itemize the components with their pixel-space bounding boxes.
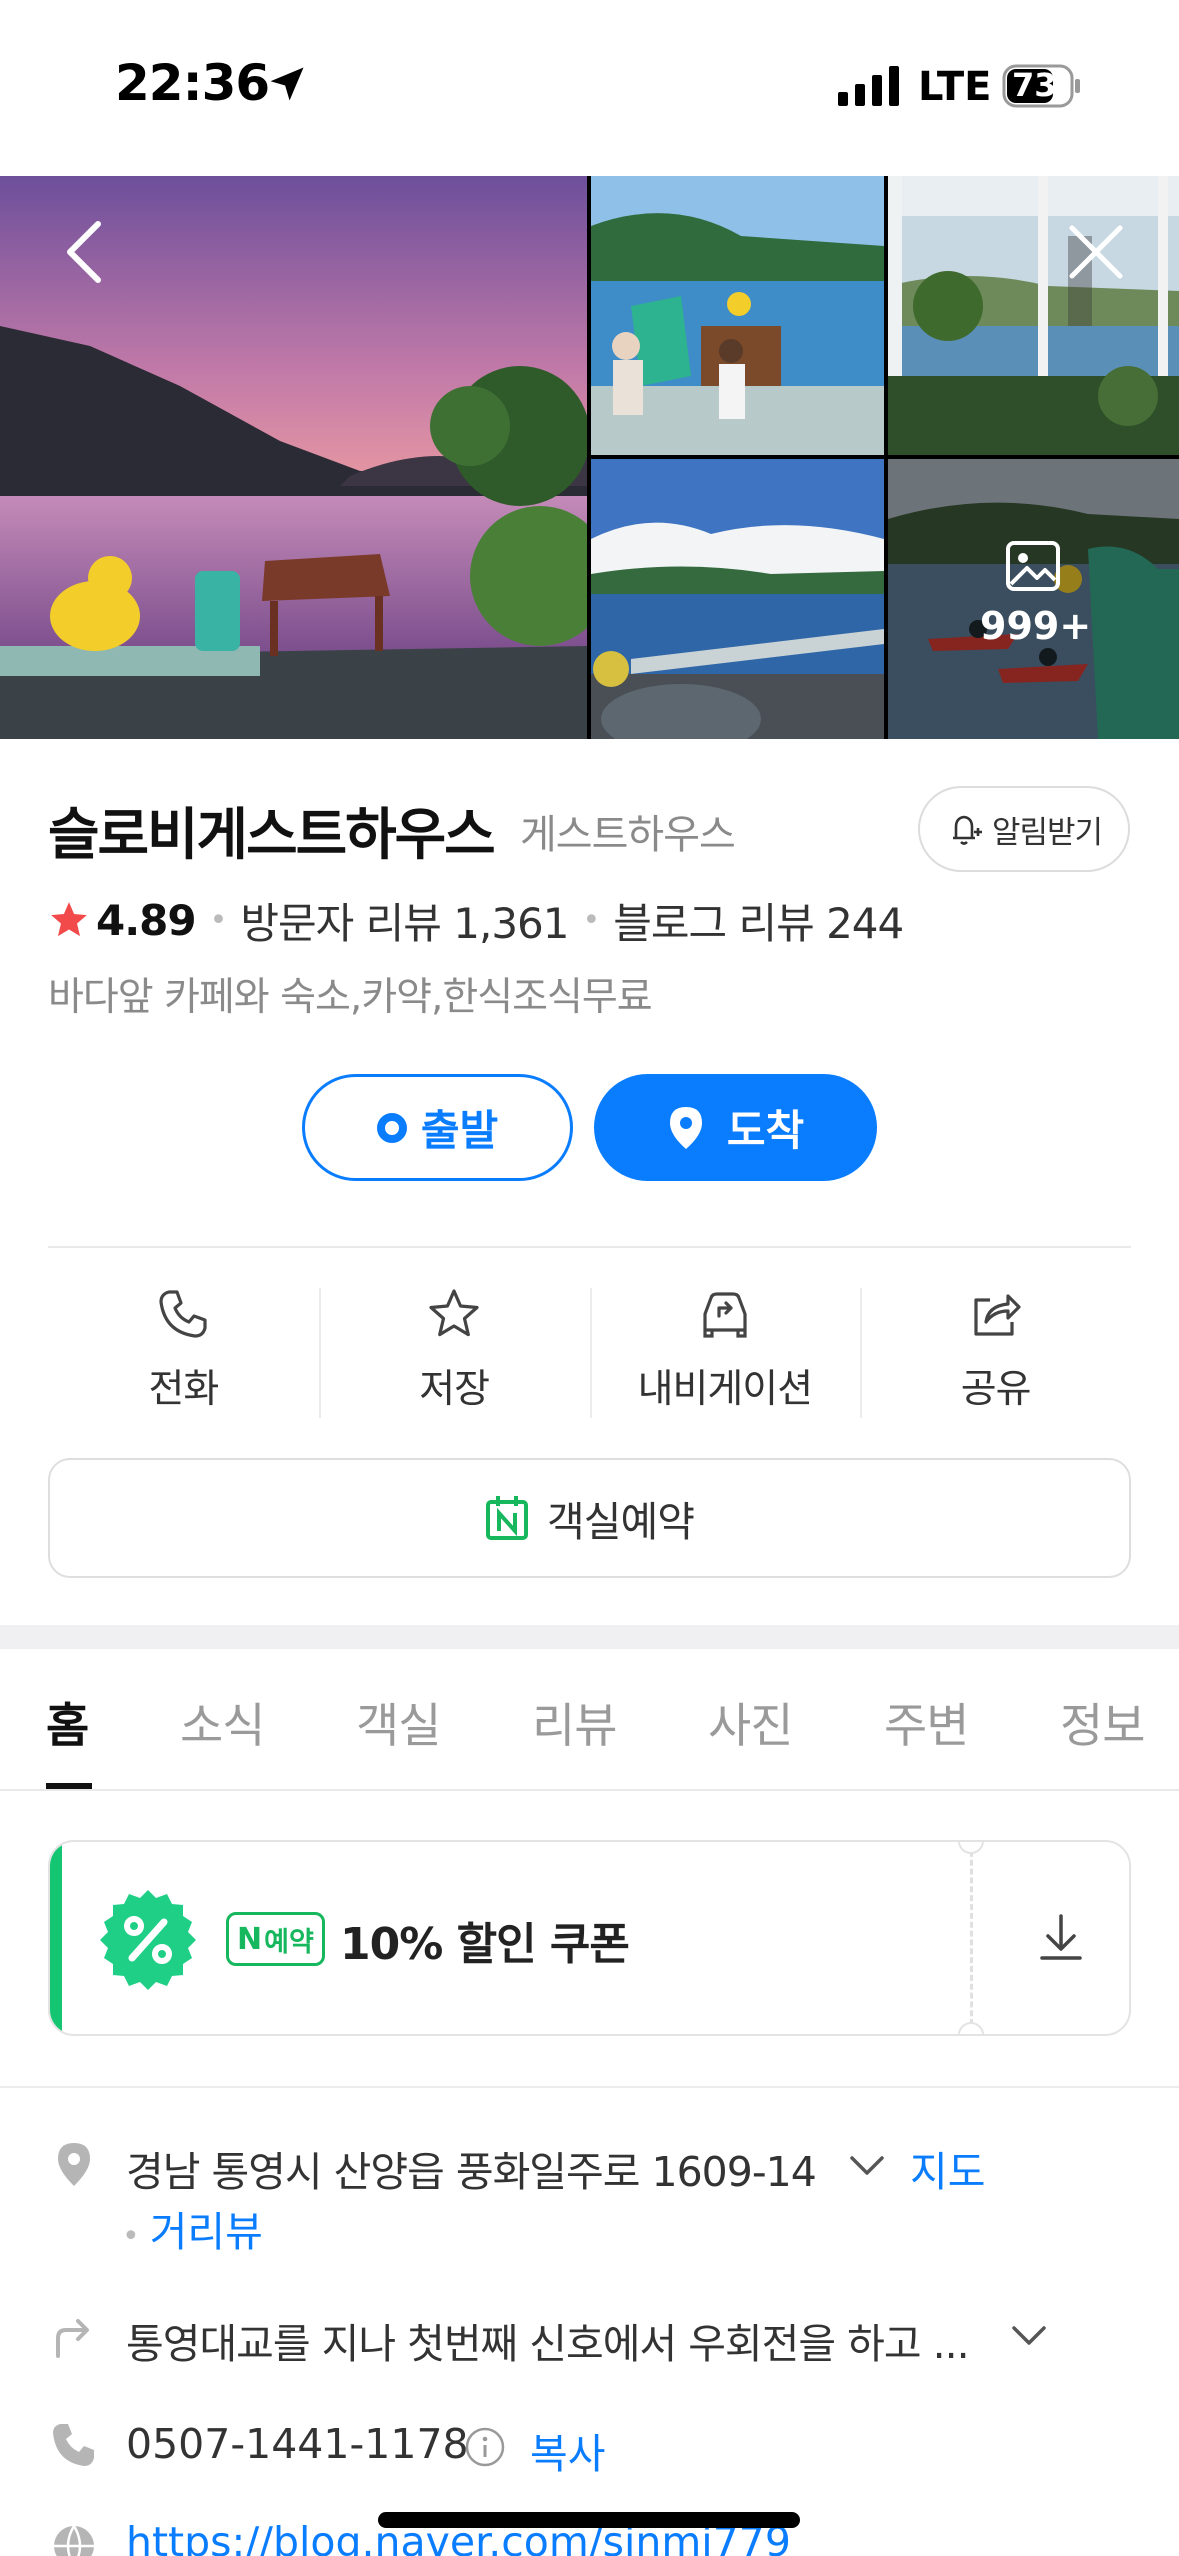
photo-thumbnail-1[interactable]: [591, 176, 884, 455]
depart-label: 출발: [420, 1106, 499, 1155]
arrive-label: 도착: [726, 1106, 805, 1155]
section-gap: [0, 1625, 1179, 1649]
status-bar: 22:36 LTE 73: [0, 0, 1179, 176]
alert-label: 알림받기: [991, 814, 1103, 851]
depart-button[interactable]: 출발: [302, 1074, 573, 1181]
origin-dot-icon: [376, 1112, 407, 1143]
coupon-notch: [958, 1842, 984, 1854]
photo-overlay: [888, 459, 1179, 739]
tab-info[interactable]: 정보: [1060, 1687, 1145, 1756]
back-icon[interactable]: [60, 218, 112, 286]
photo-thumbnail-3[interactable]: [591, 459, 884, 739]
room-reservation-label: 객실예약: [547, 1498, 695, 1546]
tab-bar: 홈 소식 객실 리뷰 사진 주변 정보: [0, 1649, 1179, 1791]
location-pin-icon: [58, 2143, 90, 2186]
phone-icon: [159, 1290, 207, 1338]
blog-reviews-link[interactable]: 블로그 리뷰 244: [613, 890, 904, 951]
network-type: LTE: [918, 64, 992, 110]
chevron-down-icon[interactable]: [846, 2148, 888, 2182]
save-label: 저장: [419, 1367, 490, 1412]
tab-home[interactable]: 홈: [46, 1687, 89, 1756]
place-category: 게스트하우스: [520, 812, 736, 858]
bell-plus-icon: [952, 815, 982, 845]
photo-gallery: 999+: [0, 176, 1179, 739]
share-button[interactable]: 공유: [860, 1270, 1131, 1430]
rating-value: 4.89: [96, 895, 197, 945]
room-reservation-button[interactable]: 객실예약: [48, 1458, 1131, 1578]
visitor-reviews-link[interactable]: 방문자 리뷰 1,361: [240, 890, 569, 951]
phone-number[interactable]: 0507-1441-1178: [126, 2420, 469, 2468]
tab-rooms[interactable]: 객실: [356, 1687, 441, 1756]
map-pin-icon: [669, 1106, 702, 1149]
navigation-button[interactable]: 내비게이션: [589, 1270, 861, 1430]
car-navigation-icon: [703, 1292, 747, 1338]
photo-thumbnail-more[interactable]: [888, 459, 1179, 739]
globe-icon: [54, 2525, 94, 2556]
navigation-label: 내비게이션: [637, 1367, 813, 1412]
coupon-title: 10% 할인 쿠폰: [340, 1919, 630, 1970]
photo-thumbnail-2[interactable]: [888, 176, 1179, 455]
discount-badge-icon: [100, 1890, 196, 1990]
naver-reservation-label: 예약: [264, 1926, 314, 1958]
coupon-divider: [970, 1842, 973, 2034]
directions-arrow-icon: [56, 2319, 89, 2358]
battery-level: 73: [1012, 66, 1057, 104]
divider: [0, 2086, 1179, 2088]
phone-icon: [53, 2424, 94, 2466]
coupon-notch: [958, 2022, 984, 2034]
rating-row: 4.89 • 방문자 리뷰 1,361 • 블로그 리뷰 244: [48, 890, 904, 951]
tab-nearby[interactable]: 주변: [884, 1687, 969, 1756]
street-view-link[interactable]: • 거리뷰: [122, 2198, 263, 2258]
star-outline-icon: [429, 1289, 479, 1337]
separator-dot: •: [209, 902, 228, 938]
place-name: 슬로비게스트하우스: [48, 803, 496, 868]
tab-photos[interactable]: 사진: [708, 1687, 793, 1756]
tab-news[interactable]: 소식: [180, 1687, 265, 1756]
download-icon[interactable]: [1026, 1902, 1096, 1972]
arrive-button[interactable]: 도착: [594, 1074, 877, 1181]
address-text: 경남 통영시 산양읍 풍화일주로 1609-14: [126, 2148, 817, 2196]
image-gallery-icon: [1006, 541, 1060, 591]
close-icon[interactable]: [1066, 222, 1126, 282]
share-label: 공유: [960, 1367, 1032, 1412]
separator-dot: •: [582, 902, 600, 938]
photo-count: 999+: [980, 604, 1092, 648]
copy-phone-link[interactable]: 복사: [530, 2420, 605, 2480]
tab-reviews[interactable]: 리뷰: [532, 1687, 617, 1756]
active-tab-indicator: [46, 1783, 92, 1789]
call-button[interactable]: 전화: [48, 1270, 319, 1430]
home-indicator: [378, 2512, 800, 2528]
info-circle-icon[interactable]: [464, 2426, 506, 2468]
place-description: 바다앞 카페와 숙소,카약,한식조식무료: [48, 975, 653, 1020]
divider: [48, 1246, 1131, 1248]
naver-calendar-icon: [486, 1496, 529, 1540]
call-label: 전화: [148, 1367, 219, 1412]
coupon-accent-bar: [50, 1842, 62, 2034]
save-button[interactable]: 저장: [318, 1270, 590, 1430]
alert-button[interactable]: 알림받기: [918, 786, 1130, 872]
chevron-down-icon[interactable]: [1008, 2318, 1050, 2352]
clock: 22:36: [115, 54, 270, 112]
directions-text: 통영대교를 지나 첫번째 신호에서 우회전을 하고 ...: [126, 2320, 970, 2368]
share-icon: [974, 1294, 1021, 1336]
location-arrow-icon: [270, 67, 304, 101]
street-view-label: 거리뷰: [149, 2208, 263, 2256]
signal-icon: [838, 66, 899, 106]
separator-dot: •: [122, 2219, 140, 2254]
naver-n-logo: N: [237, 1921, 263, 1957]
map-link[interactable]: 지도: [910, 2138, 985, 2198]
naver-reservation-tag: N 예약: [226, 1912, 325, 1966]
action-row: 전화 저장 내비게이션 공유: [48, 1270, 1131, 1430]
star-filled-icon: [51, 902, 87, 937]
coupon-card[interactable]: N 예약 10% 할인 쿠폰: [48, 1840, 1131, 2036]
